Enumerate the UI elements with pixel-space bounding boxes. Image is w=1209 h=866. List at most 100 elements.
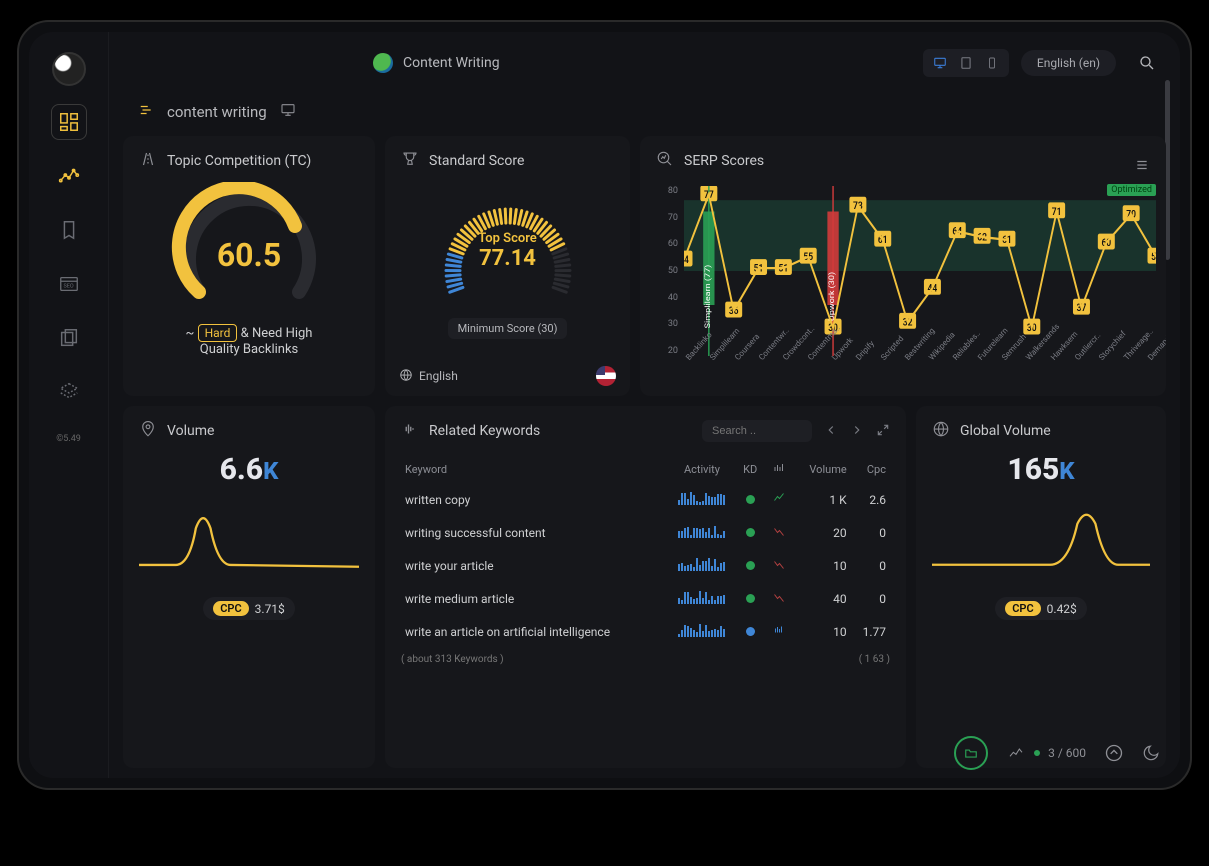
- difficulty-badge: Hard: [198, 324, 238, 342]
- flag-us-icon: [596, 366, 616, 386]
- rk-search-input[interactable]: [702, 420, 812, 442]
- col-keyword: Keyword: [401, 456, 668, 483]
- cell-volume: 20: [794, 516, 851, 549]
- rk-footer-right: ( 1 63 ): [859, 654, 890, 665]
- col-trend: [764, 456, 794, 483]
- ss-title: Standard Score: [429, 153, 524, 169]
- cell-keyword: write medium article: [401, 582, 668, 615]
- col-volume: Volume: [794, 456, 851, 483]
- table-row[interactable]: write your article 10 0: [401, 549, 890, 582]
- ss-value: 77.14: [479, 246, 536, 271]
- topbar: Content Writing English (en): [109, 32, 1180, 94]
- monitor-icon: [279, 102, 297, 122]
- cell-trend: [764, 549, 794, 582]
- search-icon[interactable]: [1138, 54, 1156, 72]
- gv-title: Global Volume: [960, 423, 1051, 439]
- cell-cpc: 0: [851, 516, 890, 549]
- col-kd: KD: [736, 456, 764, 483]
- card-volume: Volume 6.6K CPC 3.71$: [123, 406, 375, 768]
- cell-kd: [736, 516, 764, 549]
- cell-keyword: written copy: [401, 483, 668, 516]
- ss-top-label: Top Score: [478, 231, 537, 246]
- volume-title: Volume: [167, 423, 214, 439]
- sidebar-item-pages[interactable]: [51, 320, 87, 356]
- cell-trend: [764, 615, 794, 648]
- sidebar-item-notes[interactable]: [51, 212, 87, 248]
- device-desktop-icon[interactable]: [927, 53, 953, 73]
- cell-trend: [764, 582, 794, 615]
- serp-chart: 5477Simplilearn (77)3651515530Upwork (30…: [684, 186, 1156, 356]
- cell-activity: [668, 549, 737, 582]
- road-icon: [139, 150, 157, 172]
- card-topic-competition: Topic Competition (TC) 60.5 ~ Hard & Nee…: [123, 136, 375, 396]
- table-row[interactable]: write medium article 40 0: [401, 582, 890, 615]
- gv-value: 165K: [932, 452, 1150, 487]
- device-tablet-icon[interactable]: [953, 53, 979, 73]
- volume-cpc-pill: CPC 3.71$: [203, 597, 295, 620]
- pin-icon: [139, 420, 157, 442]
- cell-keyword: write an article on artificial intellige…: [401, 615, 668, 648]
- page-title: Content Writing: [403, 55, 500, 71]
- svg-text:Simplilearn (77): Simplilearn (77): [703, 265, 713, 329]
- sidebar: SEO ©5.49: [29, 32, 109, 778]
- sidebar-item-seo[interactable]: SEO: [51, 266, 87, 302]
- card-serp-scores: SERP Scores Optimized 80706050403020 547…: [640, 136, 1166, 396]
- table-row[interactable]: written copy 1 K 2.6: [401, 483, 890, 516]
- card-related-keywords-holder: Related Keywords Keyword Activity KD Vol…: [385, 406, 1166, 768]
- subheader: content writing: [109, 94, 1180, 136]
- avatar[interactable]: [52, 52, 86, 86]
- tc-title: Topic Competition (TC): [167, 153, 311, 169]
- sidebar-item-analytics[interactable]: [51, 158, 87, 194]
- chevron-left-icon[interactable]: [824, 422, 838, 441]
- rk-table: Keyword Activity KD Volume Cpc written c…: [401, 456, 890, 648]
- device-mobile-icon[interactable]: [979, 53, 1005, 73]
- language-selector[interactable]: English (en): [1021, 50, 1116, 76]
- svg-text:SEO: SEO: [63, 284, 73, 290]
- main: Content Writing English (en): [109, 32, 1180, 778]
- cell-keyword: write your article: [401, 549, 668, 582]
- bars-icon: [137, 103, 155, 121]
- gv-sparkline: [932, 497, 1150, 587]
- gv-cpc-pill: CPC 0.42$: [995, 597, 1087, 620]
- serp-y-axis: 80706050403020: [658, 186, 678, 356]
- folder-button[interactable]: [954, 736, 988, 770]
- rk-footer-left: ( about 313 Keywords ): [401, 654, 504, 665]
- usage-counter-text: 3 / 600: [1048, 746, 1086, 760]
- cell-volume: 10: [794, 615, 851, 648]
- cell-activity: [668, 615, 737, 648]
- status-dot-icon: [1034, 750, 1040, 756]
- table-row[interactable]: write an article on artificial intellige…: [401, 615, 890, 648]
- cell-cpc: 1.77: [851, 615, 890, 648]
- tc-value: 60.5: [123, 236, 375, 274]
- table-row[interactable]: writing successful content 20 0: [401, 516, 890, 549]
- cell-cpc: 0: [851, 582, 890, 615]
- ss-gauge: Top Score 77.14: [423, 186, 593, 316]
- cell-cpc: 0: [851, 549, 890, 582]
- chevron-right-icon[interactable]: [850, 422, 864, 441]
- globe-icon: [373, 53, 393, 73]
- soundwave-icon: [401, 420, 419, 442]
- device-toggle: [923, 49, 1009, 77]
- cell-activity: [668, 516, 737, 549]
- card-related-keywords: Related Keywords Keyword Activity KD Vol…: [385, 406, 906, 768]
- card-standard-score: Standard Score Top Score 77.14 Minimum S…: [385, 136, 630, 396]
- bottombar: 3 / 600: [954, 736, 1160, 770]
- theme-toggle[interactable]: [1142, 744, 1160, 762]
- page-title-group: Content Writing: [373, 53, 500, 73]
- collapse-button[interactable]: [1104, 743, 1124, 763]
- sidebar-item-dashboard[interactable]: [51, 104, 87, 140]
- cell-trend: [764, 516, 794, 549]
- usage-counter[interactable]: 3 / 600: [1006, 745, 1086, 761]
- ss-min-label: Minimum Score (30): [448, 318, 568, 339]
- globe-outline-icon: [399, 368, 413, 385]
- cell-volume: 40: [794, 582, 851, 615]
- cell-kd: [736, 582, 764, 615]
- chart-menu-icon[interactable]: [1134, 157, 1150, 176]
- expand-icon[interactable]: [876, 422, 890, 441]
- col-cpc: Cpc: [851, 456, 890, 483]
- search-term: content writing: [167, 103, 267, 121]
- cell-activity: [668, 582, 737, 615]
- serp-title: SERP Scores: [684, 153, 764, 169]
- volume-value: 6.6K: [139, 452, 359, 487]
- sidebar-item-layers[interactable]: [51, 374, 87, 410]
